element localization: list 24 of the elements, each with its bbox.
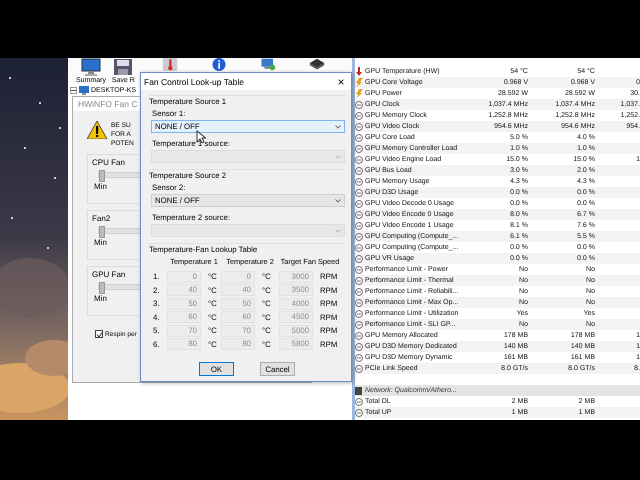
network-adapter-icon [355, 386, 363, 394]
slider-thumb[interactable] [99, 226, 105, 238]
fan-label: GPU Fan [92, 270, 126, 279]
min-label: Min [94, 294, 107, 303]
cursor-icon [196, 130, 206, 144]
min-label: Min [94, 238, 107, 247]
fan-label: CPU Fan [92, 158, 125, 167]
chevron-down-icon [335, 198, 341, 202]
window-title: HWiNFO Fan C [78, 99, 138, 109]
fan-label: Fan2 [92, 214, 110, 223]
checkbox[interactable] [95, 330, 103, 338]
chevron-down-icon [335, 228, 341, 232]
thermometer-icon [355, 67, 363, 76]
collapse-toggle[interactable] [70, 87, 77, 94]
slider-thumb[interactable] [99, 170, 105, 182]
chevron-down-icon [335, 154, 341, 158]
slider-thumb[interactable] [99, 282, 105, 294]
warning-icon [87, 121, 107, 139]
computer-icon [79, 86, 89, 95]
dialog-title: Fan Control Look-up Table [144, 76, 244, 86]
close-button[interactable]: × [331, 74, 351, 88]
min-label: Min [94, 182, 107, 191]
chevron-down-icon [335, 124, 341, 128]
monitor-icon[interactable] [80, 58, 102, 76]
